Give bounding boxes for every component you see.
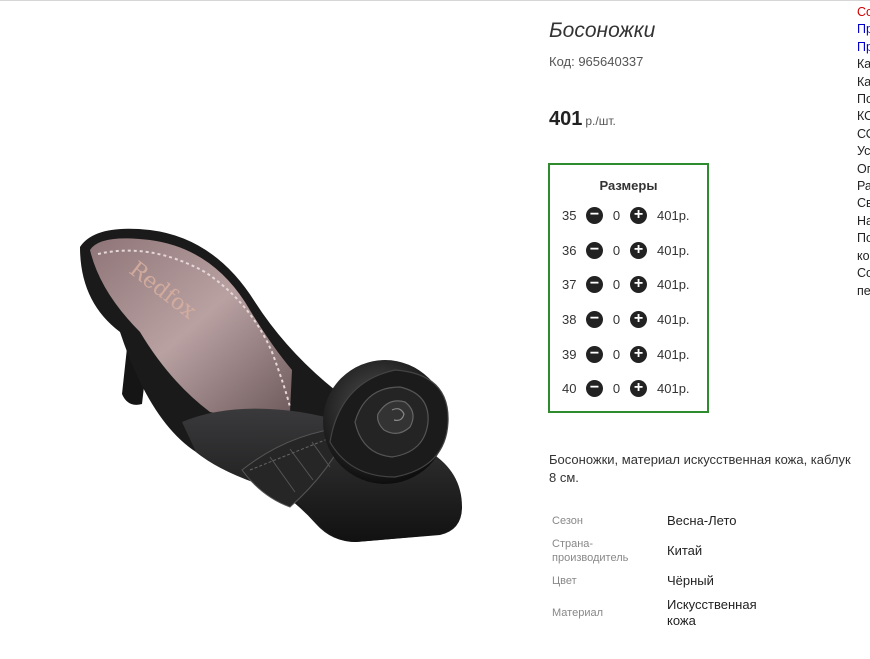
description-line: 8 см. bbox=[549, 470, 579, 485]
sidebar-item[interactable]: КО bbox=[857, 108, 870, 125]
size-row: 39 − 0 + 401р. bbox=[562, 344, 690, 364]
sizes-title: Размеры bbox=[599, 178, 658, 193]
size-row: 35 − 0 + 401р. bbox=[562, 205, 690, 225]
size-price: 401р. bbox=[657, 311, 690, 327]
product-title: Босоножки bbox=[549, 19, 656, 42]
plus-icon[interactable]: + bbox=[630, 241, 647, 259]
sidebar-item[interactable]: Ра bbox=[857, 178, 870, 195]
sidebar-link[interactable]: Со bbox=[857, 4, 870, 21]
product-code: Код: 965640337 bbox=[549, 54, 644, 69]
size-price: 401р. bbox=[657, 346, 690, 362]
spec-label: Цвет bbox=[552, 575, 577, 587]
spec-value: Китай bbox=[667, 543, 703, 558]
quantity-value: 0 bbox=[612, 276, 621, 292]
plus-icon[interactable]: + bbox=[630, 379, 647, 397]
quantity-value: 0 bbox=[612, 311, 621, 327]
plus-icon[interactable]: + bbox=[630, 206, 647, 224]
sidebar-link[interactable]: Пр bbox=[857, 39, 870, 56]
quantity-value: 0 bbox=[612, 380, 621, 396]
quantity-value: 0 bbox=[612, 242, 621, 258]
size-price: 401р. bbox=[657, 207, 690, 223]
sidebar-item[interactable]: Ка bbox=[857, 56, 870, 73]
plus-icon[interactable]: + bbox=[630, 275, 647, 293]
price-amount: 401 bbox=[549, 108, 583, 130]
product-description: Босоножки, материал искусственная кожа, … bbox=[549, 451, 870, 487]
minus-icon[interactable]: − bbox=[586, 345, 603, 363]
size-row: 38 − 0 + 401р. bbox=[562, 309, 690, 329]
sizes-panel: Размеры 35 − 0 + 401р. 36 − 0 + 401р. 37… bbox=[548, 163, 709, 413]
description-line: Босоножки, материал искусственная кожа, … bbox=[549, 452, 851, 467]
spec-value: Искусственная кожа bbox=[667, 597, 797, 629]
minus-icon[interactable]: − bbox=[586, 310, 603, 328]
quantity-value: 0 bbox=[612, 346, 621, 362]
minus-icon[interactable]: − bbox=[586, 275, 603, 293]
sidebar-link[interactable]: Пр bbox=[857, 21, 870, 38]
minus-icon[interactable]: − bbox=[586, 206, 603, 224]
size-value: 40 bbox=[562, 380, 577, 396]
size-value: 35 bbox=[562, 207, 577, 223]
plus-icon[interactable]: + bbox=[630, 310, 647, 328]
top-divider bbox=[0, 0, 870, 1]
size-row: 36 − 0 + 401р. bbox=[562, 240, 690, 260]
spec-value-line: Искусственная bbox=[667, 597, 757, 612]
sidebar-item[interactable]: Св bbox=[857, 195, 870, 212]
size-price: 401р. bbox=[657, 242, 690, 258]
sidebar-item[interactable]: На bbox=[857, 213, 870, 230]
spec-label: Материал bbox=[552, 607, 603, 619]
plus-icon[interactable]: + bbox=[630, 345, 647, 363]
sidebar-item[interactable]: Со bbox=[857, 265, 870, 282]
sidebar-item[interactable]: Оп bbox=[857, 161, 870, 178]
product-image[interactable]: Redfox bbox=[0, 2, 540, 659]
price-unit: р./шт. bbox=[585, 114, 616, 128]
size-value: 38 bbox=[562, 311, 577, 327]
sidebar-item[interactable]: ко bbox=[857, 248, 870, 265]
size-value: 37 bbox=[562, 276, 577, 292]
size-price: 401р. bbox=[657, 276, 690, 292]
sandal-illustration: Redfox bbox=[80, 228, 462, 543]
product-price: 401 р./шт. bbox=[549, 108, 616, 131]
spec-value: Весна-Лето bbox=[667, 513, 737, 528]
spec-value-line: кожа bbox=[667, 613, 696, 628]
spec-value: Чёрный bbox=[667, 573, 714, 588]
spec-label: Сезон bbox=[552, 515, 583, 527]
sidebar-item[interactable]: Ус bbox=[857, 143, 870, 160]
quantity-value: 0 bbox=[612, 207, 621, 223]
spec-label-line: производитель bbox=[552, 552, 629, 564]
sidebar-item[interactable]: По bbox=[857, 230, 870, 247]
sidebar-item[interactable]: По bbox=[857, 91, 870, 108]
minus-icon[interactable]: − bbox=[586, 379, 603, 397]
size-price: 401р. bbox=[657, 380, 690, 396]
size-value: 39 bbox=[562, 346, 577, 362]
sidebar-item[interactable]: Ка bbox=[857, 74, 870, 91]
spec-label: Страна- производитель bbox=[552, 537, 662, 565]
minus-icon[interactable]: − bbox=[586, 241, 603, 259]
sidebar-item[interactable]: СО bbox=[857, 126, 870, 143]
sidebar-item[interactable]: пе bbox=[857, 283, 870, 300]
size-row: 37 − 0 + 401р. bbox=[562, 274, 690, 294]
size-value: 36 bbox=[562, 242, 577, 258]
spec-label-line: Страна- bbox=[552, 538, 594, 550]
sidebar-cutoff: Со Пр Пр Ка Ка По КО СО Ус Оп Ра Св На П… bbox=[857, 4, 870, 300]
size-row: 40 − 0 + 401р. bbox=[562, 378, 690, 398]
